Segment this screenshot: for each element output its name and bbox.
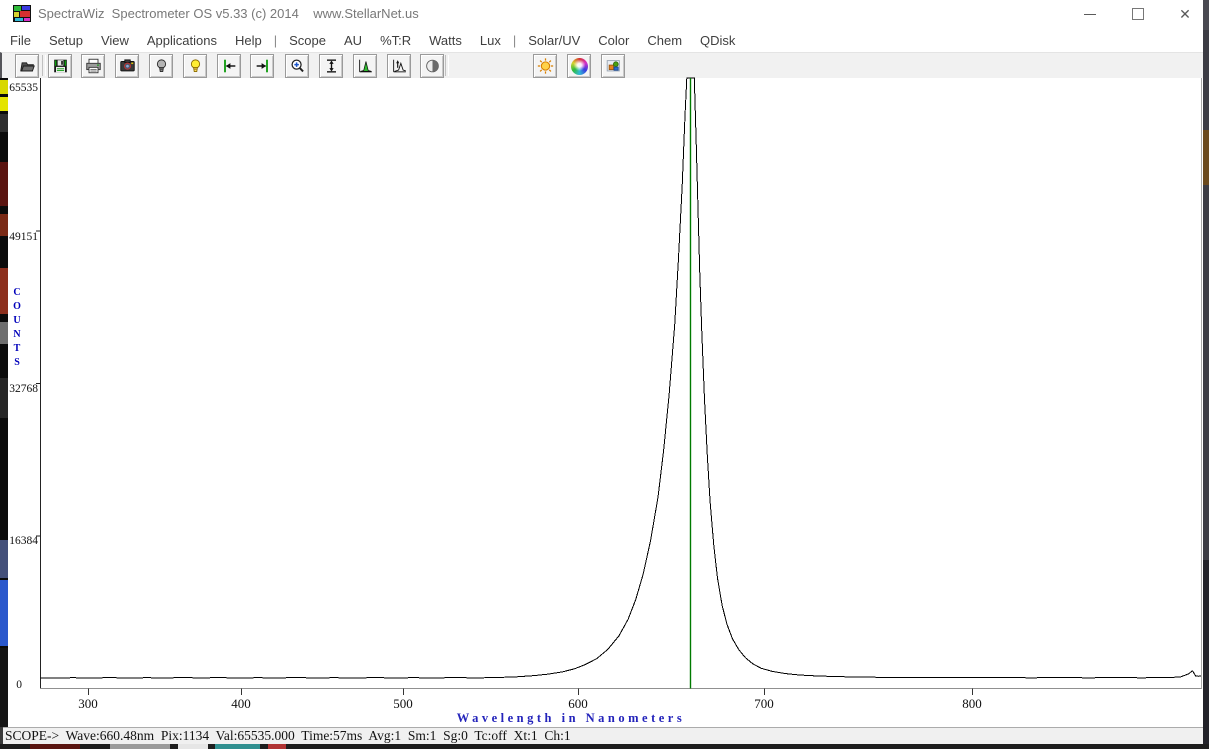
- desktop-edge-right: [1203, 0, 1209, 749]
- toolbar-button-color-measure[interactable]: [567, 54, 591, 78]
- menu-item-watts[interactable]: Watts: [420, 33, 471, 48]
- menu-item-setup[interactable]: Setup: [40, 33, 92, 48]
- snapshot-icon: [118, 57, 137, 75]
- menu-item-chem[interactable]: Chem: [638, 33, 691, 48]
- minimize-icon: [1084, 14, 1096, 15]
- toolbar-button-view-peaks[interactable]: [353, 54, 377, 78]
- applications-icon: [604, 57, 623, 75]
- toolbar-button-range-end[interactable]: [250, 54, 274, 78]
- y-axis-title-letter: N: [10, 329, 24, 340]
- toolbar-button-print[interactable]: [81, 54, 105, 78]
- y-axis-title-letter: S: [10, 357, 24, 368]
- menu-item-scope[interactable]: Scope: [280, 33, 335, 48]
- menu-item-applications[interactable]: Applications: [138, 33, 226, 48]
- menu-item-file[interactable]: File: [1, 33, 40, 48]
- dark-reference-icon: [423, 57, 442, 75]
- x-tick-label: 500: [381, 696, 425, 712]
- zoom-in-icon: [288, 57, 307, 75]
- toolbar-button-open-file[interactable]: [15, 54, 39, 78]
- x-tick-label: 700: [742, 696, 786, 712]
- maximize-button[interactable]: [1121, 0, 1155, 28]
- y-tick-label: 32768: [8, 383, 38, 395]
- range-start-icon: [220, 57, 239, 75]
- status-bar: SCOPE-> Wave:660.48nm Pix:1134 Val:65535…: [0, 727, 1203, 744]
- menu-item-t-r[interactable]: %T:R: [371, 33, 420, 48]
- toolbar-separator: [42, 55, 46, 76]
- y-axis-title-letter: C: [10, 287, 24, 298]
- sun-reference-icon: [536, 57, 555, 75]
- x-tick-label: 800: [950, 696, 994, 712]
- color-measure-icon: [571, 58, 588, 75]
- x-tick-label: 400: [219, 696, 263, 712]
- x-tick-label: 300: [66, 696, 110, 712]
- range-end-icon: [253, 57, 272, 75]
- menu-item-solar-uv[interactable]: Solar/UV: [519, 33, 589, 48]
- print-icon: [84, 57, 103, 75]
- menu-item-help[interactable]: Help: [226, 33, 271, 48]
- peak-track-icon: [390, 57, 409, 75]
- app-icon: [13, 5, 31, 22]
- autoscale-y-icon: [322, 57, 341, 75]
- toolbar-button-snapshot[interactable]: [115, 54, 139, 78]
- toolbar-button-lamp-off[interactable]: [149, 54, 173, 78]
- menu-item-lux[interactable]: Lux: [471, 33, 510, 48]
- desktop-edge-left: [0, 78, 8, 727]
- y-tick-label: 49151: [8, 231, 38, 243]
- save-file-icon: [51, 57, 70, 75]
- toolbar-button-dark-reference[interactable]: [420, 54, 444, 78]
- window-title: SpectraWiz Spectrometer OS v5.33 (c) 201…: [38, 6, 419, 21]
- toolbar-button-peak-track[interactable]: [387, 54, 411, 78]
- y-tick-label: 16384: [8, 535, 38, 547]
- menu-item-au[interactable]: AU: [335, 33, 371, 48]
- lamp-off-icon: [152, 57, 171, 75]
- toolbar-button-range-start[interactable]: [217, 54, 241, 78]
- y-axis-title-letter: O: [10, 301, 24, 312]
- toolbar-button-zoom-in[interactable]: [285, 54, 309, 78]
- y-tick-label: 65535: [8, 82, 38, 94]
- menu-item-qdisk[interactable]: QDisk: [691, 33, 744, 48]
- y-axis-title-letter: T: [10, 343, 24, 354]
- menu-separator: |: [271, 33, 280, 48]
- toolbar-separator: [445, 55, 449, 76]
- menu-bar: FileSetupViewApplicationsHelp|ScopeAU%T:…: [0, 28, 1204, 52]
- toolbar-button-autoscale-y[interactable]: [319, 54, 343, 78]
- open-file-icon: [18, 57, 37, 75]
- spectrawiz-window: SpectraWiz Spectrometer OS v5.33 (c) 201…: [0, 0, 1209, 749]
- maximize-icon: [1132, 8, 1144, 20]
- y-axis-title-letter: U: [10, 315, 24, 326]
- menu-item-color[interactable]: Color: [589, 33, 638, 48]
- minimize-button[interactable]: [1073, 0, 1107, 28]
- view-peaks-icon: [356, 57, 375, 75]
- y-tick-label: 0: [8, 679, 22, 691]
- x-tick-label: 600: [556, 696, 600, 712]
- toolbar-button-save-file[interactable]: [48, 54, 72, 78]
- title-bar: SpectraWiz Spectrometer OS v5.33 (c) 201…: [0, 0, 1203, 28]
- toolbar-button-sun-reference[interactable]: [533, 54, 557, 78]
- status-bar-left-edge: [0, 727, 3, 744]
- x-axis-title: Wavelength in Nanometers: [457, 711, 685, 726]
- toolbar: [0, 52, 1203, 78]
- lamp-on-icon: [186, 57, 205, 75]
- toolbar-button-lamp-on[interactable]: [183, 54, 207, 78]
- desktop-edge-bottom: [0, 744, 1209, 749]
- menu-separator: |: [510, 33, 519, 48]
- menu-item-view[interactable]: View: [92, 33, 138, 48]
- spectrum-plot[interactable]: [0, 78, 1203, 727]
- close-button[interactable]: ✕: [1168, 0, 1202, 28]
- toolbar-button-applications[interactable]: [601, 54, 625, 78]
